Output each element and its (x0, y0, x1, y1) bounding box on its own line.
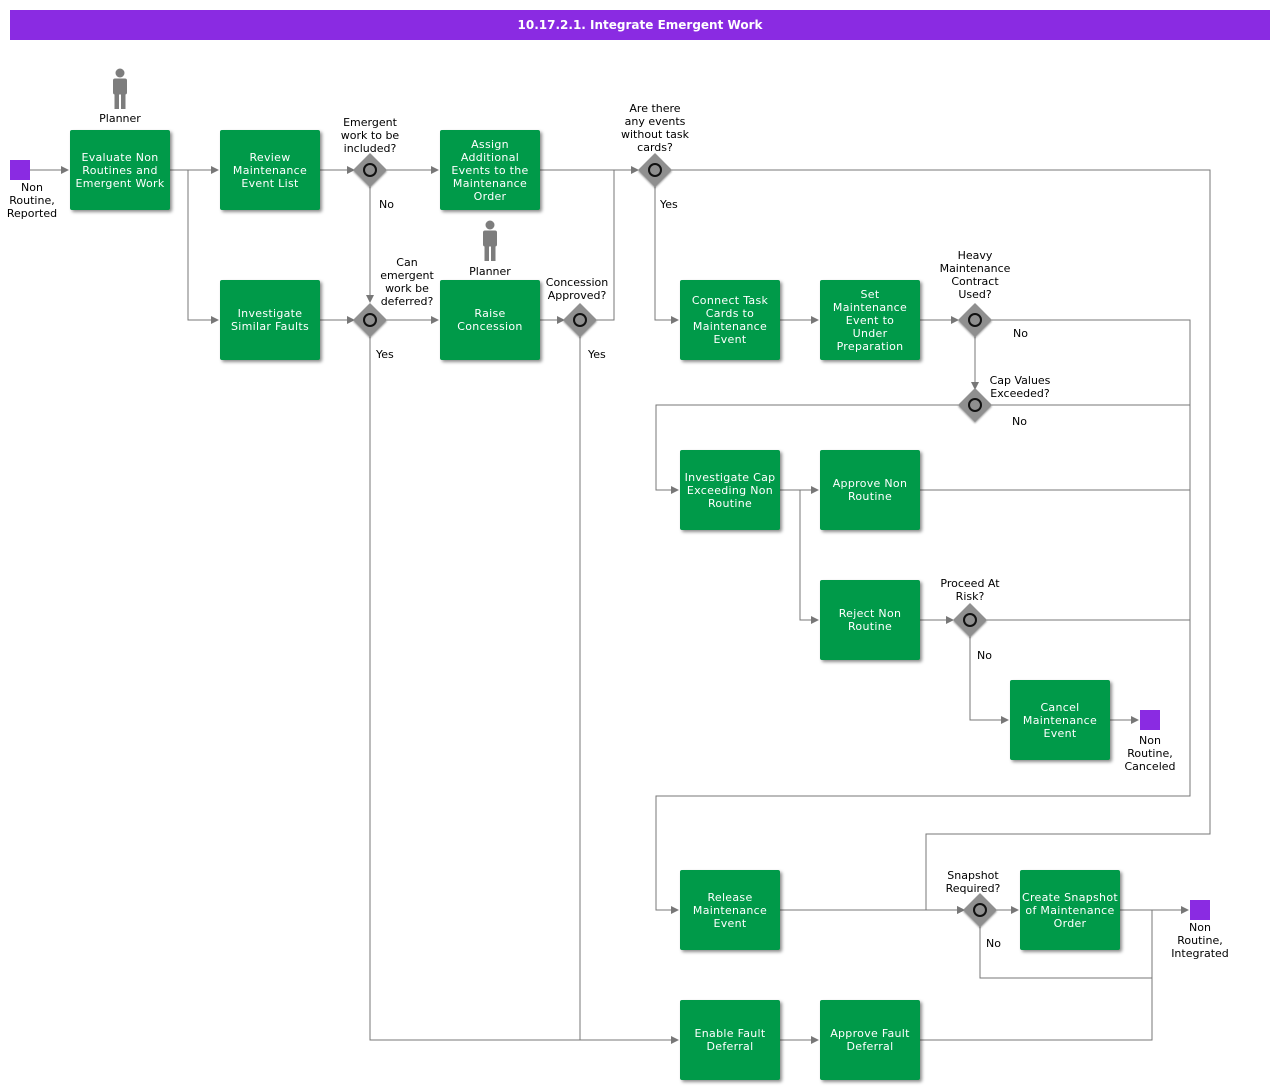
gateway-ring-icon (363, 163, 377, 177)
task-reject-non-routine[interactable]: Reject Non Routine (820, 580, 920, 660)
task-cancel-maintenance-event[interactable]: Cancel Maintenance Event (1010, 680, 1110, 760)
flow-gw2-enable (369, 336, 679, 1044)
planner-label: Planner (99, 112, 141, 125)
task-connect-task-cards[interactable]: Connect Task Cards to Maintenance Event (680, 280, 780, 360)
flow-label-yes: Yes (376, 348, 394, 361)
gateway-events-without-cards-label: Are there any events without task cards? (620, 102, 689, 154)
flow-gw5-rail (655, 319, 1191, 914)
end-event-canceled-label: Non Routine, Canceled (1124, 734, 1176, 773)
end-event-canceled[interactable] (1140, 710, 1160, 730)
planner-actor-icon (113, 68, 127, 109)
gateway-ring-icon (968, 398, 982, 412)
task-release-maintenance-event[interactable]: Release Maintenance Event (680, 870, 780, 950)
gateway-proceed-at-risk-label: Proceed At Risk? (940, 577, 1000, 603)
gateway-ring-icon (973, 903, 987, 917)
flow-evaluate-investigate (187, 170, 219, 324)
start-event-label: Non Routine, Reported (6, 181, 58, 220)
gateway-ring-icon (968, 313, 982, 327)
task-raise-concession[interactable]: Raise Concession (440, 280, 540, 360)
flow-label-no: No (1012, 415, 1027, 428)
gateway-ring-icon (573, 313, 587, 327)
task-investigate-cap-exceeding[interactable]: Investigate Cap Exceeding Non Routine (680, 450, 780, 530)
flow-label-yes: Yes (660, 198, 678, 211)
task-set-maintenance-event[interactable]: Set Maintenance Event to Under Preparati… (820, 280, 920, 360)
gateway-ring-icon (963, 613, 977, 627)
task-approve-non-routine[interactable]: Approve Non Routine (820, 450, 920, 530)
flow-approve-deferral-end (920, 978, 1153, 1041)
flow-investigate-reject (799, 490, 819, 624)
gateway-heavy-contract-label: Heavy Maintenance Contract Used? (939, 249, 1011, 301)
task-create-snapshot[interactable]: Create Snapshot of Maintenance Order (1020, 870, 1120, 950)
gateway-ring-icon (648, 163, 662, 177)
flow-label-no: No (986, 937, 1001, 950)
planner-actor-icon (483, 220, 497, 261)
task-investigate-similar-faults[interactable]: Investigate Similar Faults (220, 280, 320, 360)
task-evaluate-non-routines[interactable]: Evaluate Non Routines and Emergent Work (70, 130, 170, 210)
gateway-snapshot-required-label: Snapshot Required? (945, 869, 1001, 895)
start-event[interactable] (10, 160, 30, 180)
flow-label-yes: Yes (588, 348, 606, 361)
gateway-cap-exceeded-label: Cap Values Exceeded? (989, 374, 1051, 400)
gateway-can-defer-label: Can emergent work be deferred? (380, 256, 434, 308)
gateway-ring-icon (363, 313, 377, 327)
task-review-maintenance-event-list[interactable]: Review Maintenance Event List (220, 130, 320, 210)
end-event-integrated[interactable] (1190, 900, 1210, 920)
flow-label-no: No (977, 649, 992, 662)
task-assign-additional-events[interactable]: Assign Additional Events to the Maintena… (440, 130, 540, 210)
flow-label-no: No (1013, 327, 1028, 340)
flow-label-no: No (379, 198, 394, 211)
gateway-concession-label: Concession Approved? (545, 276, 609, 302)
task-approve-fault-deferral[interactable]: Approve Fault Deferral (820, 1000, 920, 1080)
end-event-integrated-label: Non Routine, Integrated (1171, 921, 1229, 960)
task-enable-fault-deferral[interactable]: Enable Fault Deferral (680, 1000, 780, 1080)
gateway-emergent-included-label: Emergent work to be included? (340, 116, 400, 155)
planner-label: Planner (469, 265, 511, 278)
